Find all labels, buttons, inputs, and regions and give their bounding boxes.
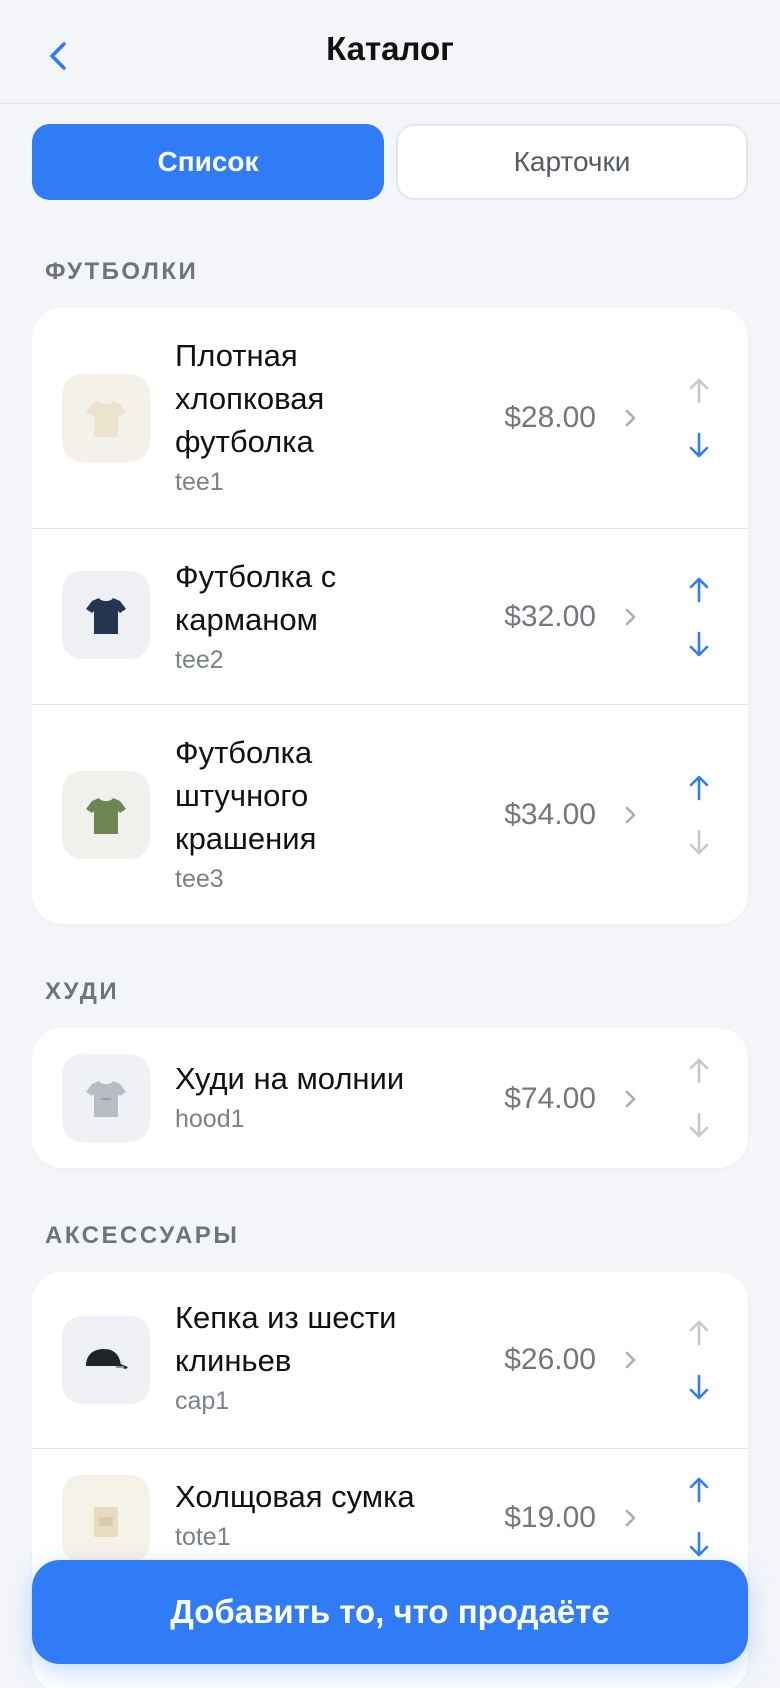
chevron-right-icon[interactable]: [620, 1345, 640, 1375]
product-thumbnail: [62, 571, 150, 659]
list-item[interactable]: Кепка из шести клиньев cap1 $26.00: [32, 1272, 748, 1448]
item-price: $26.00: [504, 1343, 596, 1376]
item-price: $34.00: [504, 798, 596, 831]
move-up-button[interactable]: [682, 1471, 716, 1507]
item-price: $19.00: [504, 1501, 596, 1534]
section-title-tshirts: ФУТБОЛКИ: [45, 258, 199, 285]
item-name: Кепка из шести клиньев: [175, 1296, 475, 1382]
product-thumbnail: [62, 1316, 150, 1404]
arrow-up-icon: [689, 1058, 709, 1084]
move-down-button[interactable]: [682, 825, 716, 861]
move-up-button[interactable]: [682, 769, 716, 805]
item-text: Плотная хлопковая футболка tee1: [175, 334, 475, 499]
move-up-button[interactable]: [682, 372, 716, 408]
arrow-down-icon: [689, 1374, 709, 1400]
item-name: Худи на молнии: [175, 1057, 475, 1100]
list-view-tab[interactable]: Список: [32, 124, 384, 200]
item-text: Холщовая сумка tote1: [175, 1475, 475, 1554]
tshirt-icon: [86, 798, 126, 834]
item-name-line: Плотная: [175, 338, 298, 373]
list-item[interactable]: Футболка штучного крашения tee3 $34.00: [32, 704, 748, 924]
item-sku: tee2: [175, 646, 224, 674]
list-item[interactable]: Худи на молнии hood1 $74.00: [32, 1028, 748, 1168]
list-item[interactable]: Футболка с карманом tee2 $32.00: [32, 528, 748, 704]
tshirt-icon: [86, 401, 126, 437]
move-up-button[interactable]: [682, 571, 716, 607]
item-name: Плотная хлопковая футболка: [175, 334, 475, 463]
item-name-line: Холщовая сумка: [175, 1479, 415, 1514]
product-thumbnail: [62, 771, 150, 859]
cap-icon: [86, 1349, 128, 1369]
item-name: Футболка с карманом: [175, 555, 475, 641]
nav-bar: Каталог: [0, 0, 780, 104]
arrow-up-icon: [689, 1320, 709, 1346]
item-sku: tote1: [175, 1523, 231, 1551]
item-name-line: Футболка с: [175, 559, 337, 594]
move-down-button[interactable]: [682, 1527, 716, 1563]
item-text: Футболка с карманом tee2: [175, 555, 475, 677]
arrow-down-icon: [689, 432, 709, 458]
chevron-right-icon[interactable]: [620, 602, 640, 632]
item-name-line: крашения: [175, 821, 317, 856]
view-toggle: Список Карточки: [32, 124, 748, 200]
item-name-line: карманом: [175, 602, 318, 637]
section-title-accessories: АКСЕССУАРЫ: [45, 1222, 240, 1249]
tshirt-icon: [86, 598, 126, 634]
item-name: Футболка штучного крашения: [175, 731, 475, 860]
item-price: $28.00: [504, 401, 596, 434]
item-name-line: Худи на молнии: [175, 1061, 405, 1096]
hoodie-icon: [86, 1081, 126, 1117]
item-price: $74.00: [504, 1082, 596, 1115]
chevron-right-icon[interactable]: [620, 800, 640, 830]
move-down-button[interactable]: [682, 428, 716, 464]
item-name: Холщовая сумка: [175, 1475, 475, 1518]
arrow-up-icon: [689, 378, 709, 404]
move-up-button[interactable]: [682, 1314, 716, 1350]
item-price: $32.00: [504, 600, 596, 633]
product-thumbnail: [62, 374, 150, 462]
arrow-down-icon: [689, 631, 709, 657]
section-title-hoodies: ХУДИ: [45, 978, 120, 1005]
list-item[interactable]: Плотная хлопковая футболка tee1 $28.00: [32, 308, 748, 528]
item-name-line: хлопковая: [175, 381, 325, 416]
chevron-right-icon[interactable]: [620, 1503, 640, 1533]
item-text: Кепка из шести клиньев cap1: [175, 1296, 475, 1418]
item-sku: cap1: [175, 1387, 230, 1415]
move-up-button[interactable]: [682, 1052, 716, 1088]
section-card-tshirts: Плотная хлопковая футболка tee1 $28.00 Ф…: [32, 308, 748, 924]
item-sku: tee1: [175, 468, 224, 496]
move-down-button[interactable]: [682, 1370, 716, 1406]
arrow-down-icon: [689, 1112, 709, 1138]
item-name-line: клиньев: [175, 1343, 292, 1378]
add-products-button[interactable]: Добавить то, что продаёте: [32, 1560, 748, 1664]
arrow-down-icon: [689, 1531, 709, 1557]
item-name-line: футболка: [175, 424, 314, 459]
move-down-button[interactable]: [682, 1108, 716, 1144]
move-down-button[interactable]: [682, 627, 716, 663]
chevron-right-icon[interactable]: [620, 403, 640, 433]
product-thumbnail: [62, 1054, 150, 1142]
arrow-up-icon: [689, 1477, 709, 1503]
chevron-right-icon[interactable]: [620, 1084, 640, 1114]
page-title: Каталог: [326, 30, 454, 67]
arrow-down-icon: [689, 829, 709, 855]
item-sku: hood1: [175, 1105, 245, 1133]
item-sku: tee3: [175, 865, 224, 893]
item-text: Худи на молнии hood1: [175, 1057, 475, 1136]
section-card-hoodies: Худи на молнии hood1 $74.00: [32, 1028, 748, 1168]
arrow-up-icon: [689, 577, 709, 603]
arrow-up-icon: [689, 775, 709, 801]
item-name-line: Футболка: [175, 735, 313, 770]
tote-bag-icon: [94, 1507, 118, 1537]
item-name-line: штучного: [175, 778, 309, 813]
item-name-line: Кепка из шести: [175, 1300, 397, 1335]
product-thumbnail: [62, 1475, 150, 1563]
cards-view-tab[interactable]: Карточки: [396, 124, 748, 200]
item-text: Футболка штучного крашения tee3: [175, 731, 475, 896]
